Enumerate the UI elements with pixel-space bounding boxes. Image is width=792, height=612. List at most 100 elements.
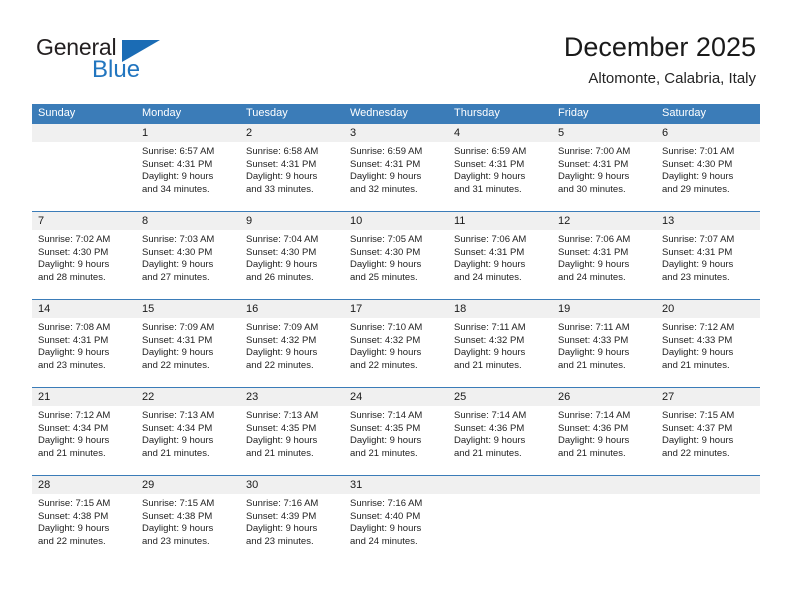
daylight-text-line1: Daylight: 9 hours — [454, 259, 526, 271]
day-details: Sunrise: 7:02 AM Sunset: 4:30 PM Dayligh… — [32, 230, 136, 284]
sunrise-text: Sunrise: 7:16 AM — [246, 498, 319, 509]
day-number: 13 — [656, 212, 760, 230]
calendar-day-cell[interactable]: 25 Sunrise: 7:14 AM Sunset: 4:36 PM Dayl… — [448, 388, 552, 475]
daylight-text-line1: Daylight: 9 hours — [246, 347, 318, 359]
calendar-day-cell[interactable]: 14 Sunrise: 7:08 AM Sunset: 4:31 PM Dayl… — [32, 300, 136, 387]
sunset-text: Sunset: 4:31 PM — [246, 158, 317, 170]
daylight-text-line2: and 21 minutes. — [558, 447, 626, 459]
calendar-day-cell[interactable]: 2 Sunrise: 6:58 AM Sunset: 4:31 PM Dayli… — [240, 124, 344, 211]
daylight-text-line1: Daylight: 9 hours — [38, 259, 110, 271]
weekday-header-friday: Friday — [558, 107, 589, 119]
daylight-text-line2: and 27 minutes. — [142, 271, 210, 283]
sunrise-text: Sunrise: 7:14 AM — [558, 410, 631, 421]
sunrise-text: Sunrise: 7:04 AM — [246, 234, 319, 245]
day-details: Sunrise: 7:03 AM Sunset: 4:30 PM Dayligh… — [136, 230, 240, 284]
calendar-day-cell[interactable]: 24 Sunrise: 7:14 AM Sunset: 4:35 PM Dayl… — [344, 388, 448, 475]
daylight-text-line1: Daylight: 9 hours — [350, 259, 422, 271]
calendar-week-row: 14 Sunrise: 7:08 AM Sunset: 4:31 PM Dayl… — [32, 299, 760, 387]
sunset-text: Sunset: 4:32 PM — [350, 334, 421, 346]
day-number: 17 — [344, 300, 448, 318]
calendar-day-cell[interactable]: 31 Sunrise: 7:16 AM Sunset: 4:40 PM Dayl… — [344, 476, 448, 563]
calendar-day-cell[interactable]: 23 Sunrise: 7:13 AM Sunset: 4:35 PM Dayl… — [240, 388, 344, 475]
daylight-text-line2: and 21 minutes. — [558, 359, 626, 371]
sunset-text: Sunset: 4:32 PM — [454, 334, 525, 346]
day-number: 23 — [240, 388, 344, 406]
day-number: 16 — [240, 300, 344, 318]
calendar-day-cell[interactable]: 27 Sunrise: 7:15 AM Sunset: 4:37 PM Dayl… — [656, 388, 760, 475]
sunrise-text: Sunrise: 7:15 AM — [662, 410, 735, 421]
calendar-day-cell[interactable]: 29 Sunrise: 7:15 AM Sunset: 4:38 PM Dayl… — [136, 476, 240, 563]
calendar-day-cell[interactable]: 28 Sunrise: 7:15 AM Sunset: 4:38 PM Dayl… — [32, 476, 136, 563]
calendar-day-cell[interactable]: 8 Sunrise: 7:03 AM Sunset: 4:30 PM Dayli… — [136, 212, 240, 299]
calendar-day-cell[interactable]: 11 Sunrise: 7:06 AM Sunset: 4:31 PM Dayl… — [448, 212, 552, 299]
day-number: 26 — [552, 388, 656, 406]
day-number: 8 — [136, 212, 240, 230]
daylight-text-line2: and 33 minutes. — [246, 183, 314, 195]
calendar-day-cell[interactable]: 19 Sunrise: 7:11 AM Sunset: 4:33 PM Dayl… — [552, 300, 656, 387]
daylight-text-line2: and 26 minutes. — [246, 271, 314, 283]
day-number: 4 — [448, 124, 552, 142]
day-number: 7 — [32, 212, 136, 230]
daylight-text-line1: Daylight: 9 hours — [246, 523, 318, 535]
calendar-day-cell[interactable]: 20 Sunrise: 7:12 AM Sunset: 4:33 PM Dayl… — [656, 300, 760, 387]
sunrise-text: Sunrise: 7:09 AM — [246, 322, 319, 333]
calendar-day-cell[interactable]: 13 Sunrise: 7:07 AM Sunset: 4:31 PM Dayl… — [656, 212, 760, 299]
calendar-day-cell[interactable]: 16 Sunrise: 7:09 AM Sunset: 4:32 PM Dayl… — [240, 300, 344, 387]
calendar-day-cell[interactable]: 7 Sunrise: 7:02 AM Sunset: 4:30 PM Dayli… — [32, 212, 136, 299]
daylight-text-line2: and 23 minutes. — [142, 535, 210, 547]
daylight-text-line1: Daylight: 9 hours — [558, 259, 630, 271]
sunrise-text: Sunrise: 7:12 AM — [662, 322, 735, 333]
calendar-day-cell[interactable]: 21 Sunrise: 7:12 AM Sunset: 4:34 PM Dayl… — [32, 388, 136, 475]
day-number: 14 — [32, 300, 136, 318]
calendar-day-cell[interactable]: 17 Sunrise: 7:10 AM Sunset: 4:32 PM Dayl… — [344, 300, 448, 387]
calendar-day-cell[interactable] — [448, 476, 552, 563]
general-blue-logo[interactable]: General Blue — [36, 34, 216, 90]
daylight-text-line2: and 28 minutes. — [38, 271, 106, 283]
daylight-text-line2: and 30 minutes. — [558, 183, 626, 195]
sunrise-text: Sunrise: 7:13 AM — [246, 410, 319, 421]
sunrise-text: Sunrise: 7:00 AM — [558, 146, 631, 157]
calendar-day-cell[interactable]: 26 Sunrise: 7:14 AM Sunset: 4:36 PM Dayl… — [552, 388, 656, 475]
day-number: 18 — [448, 300, 552, 318]
calendar-day-cell[interactable]: 30 Sunrise: 7:16 AM Sunset: 4:39 PM Dayl… — [240, 476, 344, 563]
sunrise-text: Sunrise: 6:59 AM — [454, 146, 527, 157]
sunrise-text: Sunrise: 7:09 AM — [142, 322, 215, 333]
calendar-day-cell[interactable]: 3 Sunrise: 6:59 AM Sunset: 4:31 PM Dayli… — [344, 124, 448, 211]
calendar-day-cell[interactable]: 6 Sunrise: 7:01 AM Sunset: 4:30 PM Dayli… — [656, 124, 760, 211]
calendar-day-cell[interactable]: 1 Sunrise: 6:57 AM Sunset: 4:31 PM Dayli… — [136, 124, 240, 211]
sunset-text: Sunset: 4:30 PM — [350, 246, 421, 258]
calendar-day-cell[interactable]: 22 Sunrise: 7:13 AM Sunset: 4:34 PM Dayl… — [136, 388, 240, 475]
sunset-text: Sunset: 4:39 PM — [246, 510, 317, 522]
daylight-text-line2: and 29 minutes. — [662, 183, 730, 195]
day-details — [448, 494, 552, 498]
daylight-text-line1: Daylight: 9 hours — [350, 435, 422, 447]
day-details: Sunrise: 7:12 AM Sunset: 4:34 PM Dayligh… — [32, 406, 136, 460]
calendar-day-cell[interactable]: 10 Sunrise: 7:05 AM Sunset: 4:30 PM Dayl… — [344, 212, 448, 299]
calendar-day-cell[interactable]: 5 Sunrise: 7:00 AM Sunset: 4:31 PM Dayli… — [552, 124, 656, 211]
day-details: Sunrise: 7:12 AM Sunset: 4:33 PM Dayligh… — [656, 318, 760, 372]
calendar-day-cell[interactable] — [656, 476, 760, 563]
sunset-text: Sunset: 4:34 PM — [142, 422, 213, 434]
sunrise-text: Sunrise: 7:15 AM — [38, 498, 111, 509]
day-number: 5 — [552, 124, 656, 142]
day-details: Sunrise: 7:05 AM Sunset: 4:30 PM Dayligh… — [344, 230, 448, 284]
sunrise-text: Sunrise: 7:11 AM — [558, 322, 630, 333]
sunset-text: Sunset: 4:31 PM — [558, 158, 629, 170]
sunset-text: Sunset: 4:31 PM — [142, 334, 213, 346]
day-details: Sunrise: 7:11 AM Sunset: 4:33 PM Dayligh… — [552, 318, 656, 372]
calendar-day-cell[interactable]: 15 Sunrise: 7:09 AM Sunset: 4:31 PM Dayl… — [136, 300, 240, 387]
daylight-text-line1: Daylight: 9 hours — [142, 435, 214, 447]
calendar-day-cell[interactable] — [552, 476, 656, 563]
page-header: General Blue December 2025 Altomonte, Ca… — [0, 0, 792, 100]
day-details: Sunrise: 7:06 AM Sunset: 4:31 PM Dayligh… — [448, 230, 552, 284]
calendar-grid: Sunday Monday Tuesday Wednesday Thursday… — [32, 104, 760, 563]
day-details: Sunrise: 6:58 AM Sunset: 4:31 PM Dayligh… — [240, 142, 344, 196]
sunrise-text: Sunrise: 7:14 AM — [350, 410, 423, 421]
calendar-day-cell[interactable]: 12 Sunrise: 7:06 AM Sunset: 4:31 PM Dayl… — [552, 212, 656, 299]
day-details: Sunrise: 7:16 AM Sunset: 4:39 PM Dayligh… — [240, 494, 344, 548]
sunset-text: Sunset: 4:34 PM — [38, 422, 109, 434]
calendar-day-cell[interactable]: 18 Sunrise: 7:11 AM Sunset: 4:32 PM Dayl… — [448, 300, 552, 387]
calendar-day-cell[interactable] — [32, 124, 136, 211]
calendar-day-cell[interactable]: 4 Sunrise: 6:59 AM Sunset: 4:31 PM Dayli… — [448, 124, 552, 211]
calendar-day-cell[interactable]: 9 Sunrise: 7:04 AM Sunset: 4:30 PM Dayli… — [240, 212, 344, 299]
